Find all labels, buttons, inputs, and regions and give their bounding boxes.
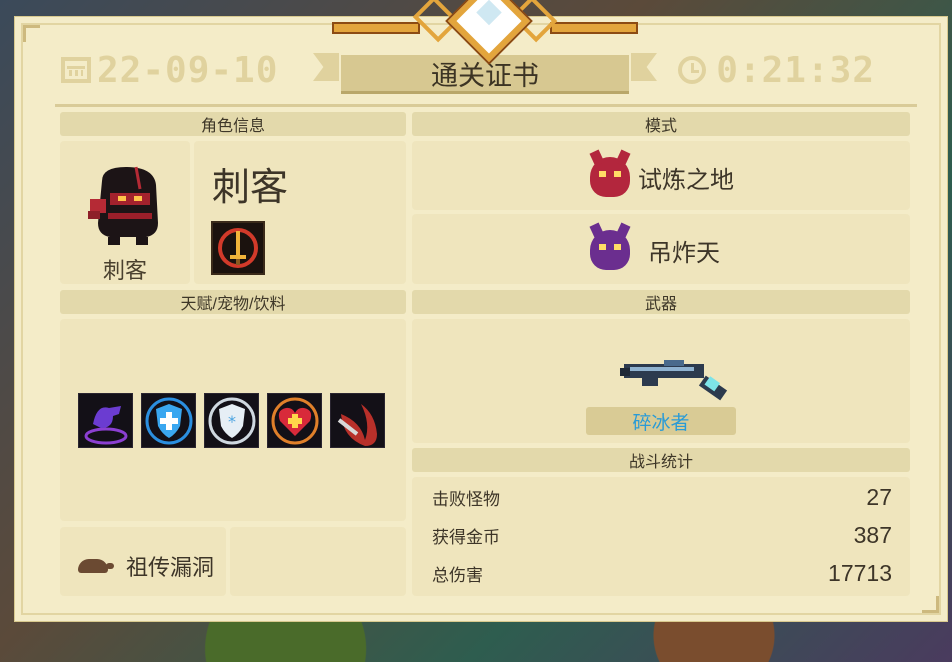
mode-difficulty: 吊炸天: [590, 230, 720, 270]
date-text: 22-09-10: [97, 49, 279, 91]
talent-list: *: [78, 393, 385, 448]
stat-gold: 获得金币 387: [432, 522, 892, 549]
svg-text:*: *: [228, 412, 236, 431]
ribbon-tail: [313, 53, 339, 81]
blue-shield-icon: [141, 393, 196, 448]
section-header-battle: 战斗统计: [412, 448, 910, 472]
ribbon-tail: [631, 53, 657, 81]
purple-demon-icon: [590, 230, 630, 270]
clock-icon: [678, 56, 707, 84]
weapon-name: 碎冰者: [586, 407, 736, 435]
section-header-weapon: 武器: [412, 290, 910, 314]
red-demon-icon: [590, 157, 630, 197]
time-text: 0:21:32: [716, 49, 875, 91]
purple-hand-icon: [78, 393, 133, 448]
corner-ornament: [23, 25, 40, 42]
character-name: 刺客: [212, 167, 289, 209]
corner-ornament: [922, 596, 939, 613]
mode-trial: 试炼之地: [590, 157, 734, 197]
stat-kills: 击败怪物 27: [432, 484, 892, 511]
drink-box: [230, 527, 406, 596]
crest-ornament: [332, 0, 638, 63]
stat-label: 获得金币: [432, 528, 500, 547]
mode-difficulty-label: 吊炸天: [648, 239, 720, 267]
section-header-character: 角色信息: [60, 112, 406, 136]
mode-trial-label: 试炼之地: [638, 166, 734, 194]
stat-value: 17713: [828, 560, 892, 586]
stat-label: 总伤害: [432, 566, 483, 585]
stat-damage: 总伤害 17713: [432, 560, 892, 587]
white-shield-icon: *: [204, 393, 259, 448]
section-header-mode: 模式: [412, 112, 910, 136]
stat-value: 387: [853, 522, 892, 548]
ice-gun-icon: [620, 360, 728, 401]
stat-value: 27: [866, 484, 892, 510]
pet-label: 祖传漏洞: [126, 555, 215, 580]
turtle-icon: [78, 559, 114, 573]
pet-item: 祖传漏洞: [78, 550, 214, 582]
heart-plus-icon: [267, 393, 322, 448]
page-title: 通关证书: [341, 55, 629, 94]
stat-label: 击败怪物: [432, 490, 500, 509]
assassin-avatar-icon: [88, 166, 158, 245]
date-display: 22-09-10: [61, 50, 278, 91]
calendar-icon: [61, 57, 91, 83]
sword-circle-icon: [211, 221, 265, 275]
header-divider: [55, 104, 917, 107]
red-claw-icon: [330, 393, 385, 448]
character-name-small: 刺客: [102, 258, 147, 283]
section-header-talents: 天赋/宠物/饮料: [60, 290, 406, 314]
time-display: 0:21:32: [678, 50, 875, 91]
